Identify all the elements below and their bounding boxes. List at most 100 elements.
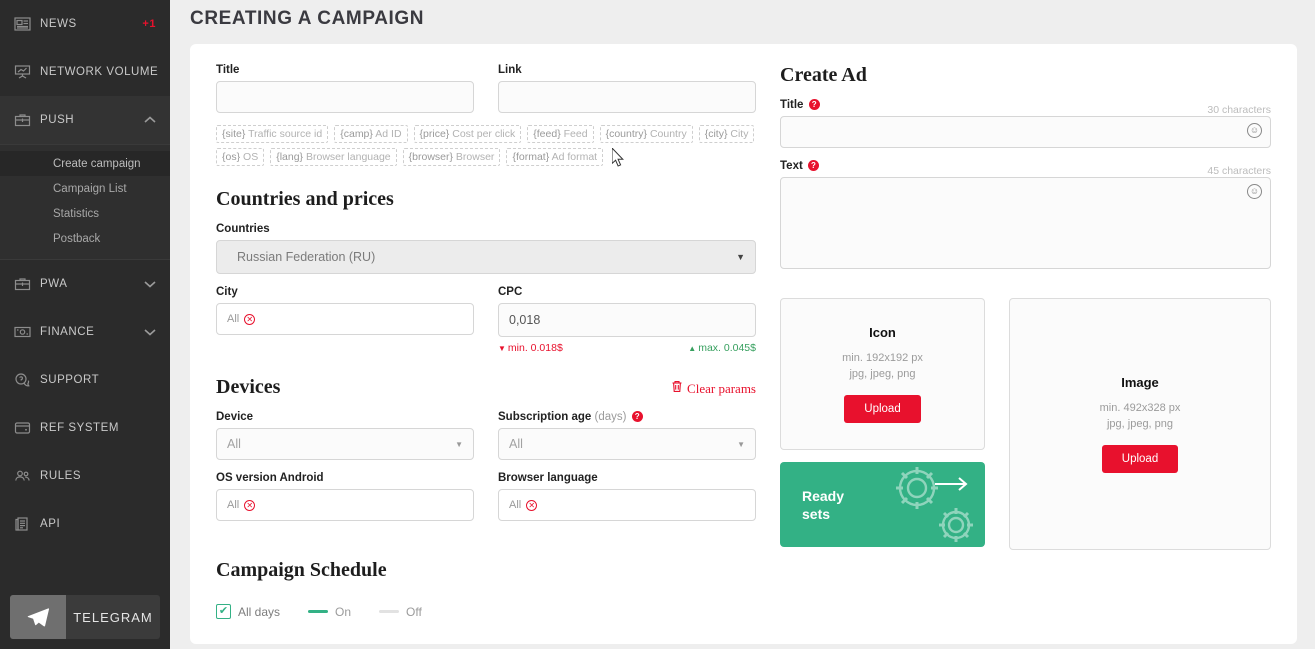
- clear-params-button[interactable]: Clear params: [671, 380, 756, 397]
- gears-decoration-icon: [896, 467, 973, 542]
- help-icon[interactable]: ?: [808, 99, 820, 110]
- remove-tag-icon[interactable]: ✕: [244, 499, 256, 511]
- image-upload-card: Image min. 492x328 px jpg, jpeg, png Upl…: [1009, 298, 1271, 550]
- cpc-field-group: CPC ▼min. 0.018$ ▲max. 0.045$: [498, 286, 756, 354]
- image-upload-button[interactable]: Upload: [1101, 445, 1179, 473]
- chevron-up-icon[interactable]: [144, 116, 156, 124]
- browser-language-input[interactable]: All ✕: [498, 489, 756, 521]
- device-field-group: Device All ▼: [216, 411, 474, 460]
- cpc-minmax: ▼ min. 0.018$ ▲ max. 0.045$: [498, 342, 756, 354]
- documents-icon: [14, 516, 40, 532]
- icon-card-size: min. 192x192 px: [842, 352, 923, 364]
- os-version-field-group: OS version Android All ✕: [216, 472, 474, 521]
- macro-tag-os[interactable]: {os} OS: [216, 148, 265, 166]
- macro-tag-lang[interactable]: {lang} Browser language: [270, 148, 397, 166]
- city-input[interactable]: All ✕: [216, 303, 474, 335]
- macro-tag-format[interactable]: {format} Ad format: [506, 148, 604, 166]
- cpc-input[interactable]: [498, 303, 756, 337]
- sidebar-item-push[interactable]: PUSH: [0, 96, 170, 144]
- browser-language-tag-label: All: [509, 499, 522, 511]
- news-icon: [14, 16, 40, 32]
- device-subage-row: Device All ▼ Subscription age (days) ? A…: [216, 411, 756, 460]
- title-label: Title: [216, 64, 240, 76]
- help-icon[interactable]: ?: [631, 411, 643, 422]
- sidebar-item-support[interactable]: SUPPORT: [0, 356, 170, 404]
- legend-on: On: [308, 605, 351, 619]
- macro-tag-city[interactable]: {city} City: [698, 125, 755, 143]
- sidebar-item-finance[interactable]: FINANCE: [0, 308, 170, 356]
- remove-tag-icon[interactable]: ✕: [244, 313, 256, 325]
- sidebar-subitem-campaign-list[interactable]: Campaign List: [0, 176, 170, 201]
- countries-selected-value: Russian Federation (RU): [237, 250, 376, 264]
- chevron-down-icon[interactable]: [144, 280, 156, 288]
- emoji-icon[interactable]: ☺: [1247, 123, 1262, 138]
- all-days-checkbox[interactable]: ✔ All days: [216, 604, 280, 619]
- macro-tag-price[interactable]: {price} Cost per click: [413, 125, 522, 143]
- icon-upload-button[interactable]: Upload: [844, 395, 921, 423]
- ad-text-label: Text ?: [780, 160, 819, 172]
- city-tag: All ✕: [223, 311, 260, 327]
- chevron-down-icon: ▼: [737, 439, 745, 449]
- telegram-button[interactable]: TELEGRAM: [10, 595, 160, 639]
- icon-card-formats: jpg, jpeg, png: [849, 368, 916, 380]
- trash-icon: [671, 380, 683, 397]
- chart-board-icon: [14, 64, 40, 80]
- sidebar-subitem-create-campaign[interactable]: Create campaign: [0, 151, 170, 176]
- schedule-section-title: Campaign Schedule: [216, 559, 387, 581]
- ad-text-input-wrap: ☺: [780, 177, 1271, 274]
- help-icon[interactable]: ?: [808, 160, 819, 171]
- legend-off: Off: [379, 605, 422, 619]
- browser-language-tag: All ✕: [505, 497, 542, 513]
- macro-tag-country[interactable]: {country} Country: [599, 125, 693, 143]
- sidebar-item-rules[interactable]: RULES: [0, 452, 170, 500]
- briefcase-icon: [14, 276, 40, 292]
- city-cpc-row: City All ✕ CPC ▼min. 0.018$ ▲max. 0.045$: [216, 286, 756, 354]
- ad-title-input-wrap: ☺: [780, 116, 1271, 148]
- macro-tag-browser[interactable]: {browser} Browser: [402, 148, 501, 166]
- ad-text-textarea[interactable]: [780, 177, 1271, 269]
- subscription-age-field-group: Subscription age (days) ? All ▼: [498, 411, 756, 460]
- ready-sets-button[interactable]: Ready sets: [780, 462, 985, 547]
- chevron-down-icon[interactable]: [144, 328, 156, 336]
- os-version-label: OS version Android: [216, 472, 324, 484]
- subitem-label: Campaign List: [53, 182, 127, 195]
- os-version-tag: All ✕: [223, 497, 260, 513]
- emoji-icon[interactable]: ☺: [1247, 184, 1262, 199]
- device-select[interactable]: All ▼: [216, 428, 474, 460]
- title-input[interactable]: [216, 81, 474, 113]
- subscription-age-select[interactable]: All ▼: [498, 428, 756, 460]
- sidebar-item-network-volume[interactable]: NETWORK VOLUME: [0, 48, 170, 96]
- link-input[interactable]: [498, 81, 756, 113]
- sidebar-subitem-statistics[interactable]: Statistics: [0, 201, 170, 226]
- wallet-icon: [14, 420, 40, 436]
- ready-sets-line2: sets: [802, 505, 831, 522]
- macro-tag-camp[interactable]: {camp} Ad ID: [334, 125, 408, 143]
- os-version-input[interactable]: All ✕: [216, 489, 474, 521]
- checkmark-icon: ✔: [216, 604, 231, 619]
- ad-title-label: Title ?: [780, 99, 820, 111]
- macro-tag-feed[interactable]: {feed} Feed: [527, 125, 594, 143]
- clear-params-label: Clear params: [687, 380, 756, 396]
- sidebar-item-ref-system[interactable]: REF SYSTEM: [0, 404, 170, 452]
- sidebar-item-label: API: [40, 518, 61, 530]
- link-label: Link: [498, 64, 522, 76]
- sidebar-item-label: REF SYSTEM: [40, 422, 119, 434]
- countries-field-group: Countries Russian Federation (RU) ▼: [216, 223, 756, 274]
- money-card-icon: [14, 324, 40, 340]
- remove-tag-icon[interactable]: ✕: [526, 499, 538, 511]
- ad-text-label-row: Text ? 45 characters: [780, 160, 1271, 177]
- sidebar-subitem-postback[interactable]: Postback: [0, 226, 170, 251]
- form-left-column: Title Link {site} Traffic source id {cam…: [216, 64, 756, 619]
- sidebar-item-pwa[interactable]: PWA: [0, 260, 170, 308]
- device-selected-value: All: [227, 437, 241, 451]
- main-content: CREATING A CAMPAIGN Title Link {site} Tr…: [170, 0, 1315, 649]
- image-card-formats: jpg, jpeg, png: [1106, 418, 1174, 430]
- sidebar-item-news[interactable]: NEWS +1: [0, 0, 170, 48]
- macro-tag-list: {site} Traffic source id {camp} Ad ID {p…: [216, 125, 756, 166]
- ad-title-label-row: Title ? 30 characters: [780, 99, 1271, 116]
- sidebar-item-api[interactable]: API: [0, 500, 170, 548]
- macro-tag-site[interactable]: {site} Traffic source id: [216, 125, 329, 143]
- telegram-paper-plane-icon: [10, 595, 66, 639]
- countries-select[interactable]: Russian Federation (RU) ▼: [216, 240, 756, 274]
- ad-title-input[interactable]: [780, 116, 1271, 148]
